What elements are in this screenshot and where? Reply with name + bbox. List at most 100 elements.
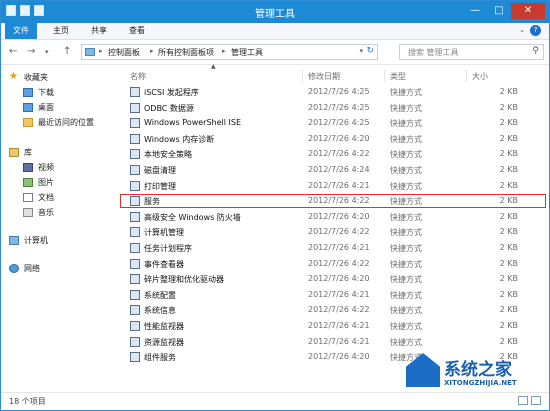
file-date: 2012/7/26 4:20 (308, 352, 370, 362)
file-date: 2012/7/26 4:22 (308, 227, 370, 237)
file-size: 2 KB (499, 165, 518, 174)
file-row[interactable]: 计算机管理 2012/7/26 4:22 快捷方式 2 KB (120, 225, 546, 239)
file-row[interactable]: 事件查看器 2012/7/26 4:22 快捷方式 2 KB (120, 257, 546, 271)
sidebar-item-downloads[interactable]: 下载 (23, 87, 54, 98)
breadcrumb-separator[interactable]: ▸ (150, 47, 154, 55)
watermark-url: XITONGZHIJIA.NET (444, 379, 517, 387)
shortcut-icon (130, 258, 140, 269)
watermark-brand: 系统之家 (444, 360, 512, 380)
file-row[interactable]: 系统配置 2012/7/26 4:21 快捷方式 2 KB (120, 288, 546, 302)
sidebar-item-label: 收藏夹 (24, 73, 48, 82)
file-type: 快捷方式 (390, 306, 422, 316)
tab-share[interactable]: 共享 (83, 23, 115, 39)
column-header-type[interactable]: 类型 (390, 71, 406, 82)
control-panel-icon (85, 48, 95, 56)
file-date: 2012/7/26 4:21 (308, 321, 370, 330)
search-box[interactable]: 搜索 管理工具 ⚲ (399, 44, 544, 60)
file-row[interactable]: 系统信息 2012/7/26 4:22 快捷方式 2 KB (120, 303, 546, 317)
file-row[interactable]: 服务 2012/7/26 4:22 快捷方式 2 KB (120, 194, 546, 209)
sidebar-item-documents[interactable]: 文档 (23, 192, 54, 203)
computer-icon (9, 236, 19, 245)
file-row[interactable]: 性能监视器 2012/7/26 4:21 快捷方式 2 KB (120, 319, 546, 333)
sidebar-item-music[interactable]: 音乐 (23, 207, 54, 218)
file-name: 任务计划程序 (144, 244, 192, 253)
breadcrumb-admin-tools[interactable]: 管理工具 (231, 47, 263, 58)
file-row[interactable]: 任务计划程序 2012/7/26 4:21 快捷方式 2 KB (120, 241, 546, 255)
shortcut-icon (130, 211, 140, 222)
file-row[interactable]: iSCSI 发起程序 2012/7/26 4:25 快捷方式 2 KB (120, 85, 546, 99)
file-row[interactable]: Windows 内存诊断 2012/7/26 4:20 快捷方式 2 KB (120, 132, 546, 146)
file-date: 2012/7/26 4:21 (308, 180, 370, 190)
file-name: 系统信息 (144, 306, 176, 316)
file-row[interactable]: 磁盘清理 2012/7/26 4:24 快捷方式 2 KB (120, 163, 546, 177)
address-dropdown-icon[interactable]: ▾ (359, 47, 363, 55)
sidebar-item-recent-places[interactable]: 最近访问的位置 (23, 117, 94, 128)
address-bar[interactable]: ▸ 控制面板 ▸ 所有控制面板项 ▸ 管理工具 ▾ ↻ (81, 44, 378, 60)
file-row[interactable]: 资源监视器 2012/7/26 4:21 快捷方式 2 KB (120, 335, 546, 349)
refresh-icon[interactable]: ↻ (366, 46, 374, 56)
file-row[interactable]: 打印管理 2012/7/26 4:21 快捷方式 2 KB (120, 179, 546, 193)
network-icon (9, 264, 19, 273)
file-type: 快捷方式 (390, 88, 422, 97)
file-name: 资源监视器 (144, 337, 184, 347)
sidebar-item-desktop[interactable]: 桌面 (23, 102, 54, 113)
column-divider[interactable] (466, 70, 467, 82)
sidebar-item-libraries[interactable]: 库 (9, 147, 32, 158)
column-header-date[interactable]: 修改日期 (308, 71, 340, 82)
ribbon-expand-icon[interactable]: ⌄ (519, 26, 525, 34)
sort-ascending-icon: ▲ (211, 63, 216, 70)
breadcrumb-separator[interactable]: ▸ (222, 47, 226, 55)
file-type: 快捷方式 (390, 337, 422, 347)
help-icon[interactable]: ? (530, 25, 541, 36)
sidebar-item-videos[interactable]: 视频 (23, 162, 54, 173)
column-header-name[interactable]: 名称 (130, 71, 146, 82)
column-divider[interactable] (302, 70, 303, 82)
file-name: 打印管理 (144, 181, 176, 191)
sidebar-item-favorites[interactable]: ★ 收藏夹 (9, 72, 48, 83)
file-date: 2012/7/26 4:22 (308, 258, 370, 268)
shortcut-icon (130, 87, 140, 97)
shortcut-icon (130, 118, 140, 129)
file-size: 2 KB (499, 289, 518, 299)
file-date: 2012/7/26 4:22 (308, 149, 370, 159)
tab-view[interactable]: 查看 (121, 23, 153, 39)
file-row[interactable]: 高级安全 Windows 防火墙 2012/7/26 4:20 快捷方式 2 KB (120, 210, 546, 224)
sidebar-item-label: 音乐 (38, 208, 54, 217)
file-date: 2012/7/26 4:20 (308, 133, 370, 143)
recent-locations-dropdown[interactable]: ▾ (45, 48, 49, 56)
file-row[interactable]: 碎片整理和优化驱动器 2012/7/26 4:20 快捷方式 2 KB (120, 272, 546, 286)
file-type: 快捷方式 (390, 150, 422, 160)
minimize-button[interactable]: — (463, 3, 487, 19)
tab-home[interactable]: 主页 (45, 23, 77, 39)
file-name: 本地安全策略 (144, 150, 192, 160)
file-row[interactable]: ODBC 数据源 2012/7/26 4:25 快捷方式 2 KB (120, 101, 546, 115)
file-type: 快捷方式 (390, 322, 422, 331)
column-header-size[interactable]: 大小 (472, 71, 488, 82)
breadcrumb-separator[interactable]: ▸ (99, 47, 103, 55)
search-icon[interactable]: ⚲ (532, 46, 539, 56)
back-button[interactable]: ← (9, 46, 17, 57)
sidebar-item-label: 库 (24, 148, 32, 157)
file-row[interactable]: 本地安全策略 2012/7/26 4:22 快捷方式 2 KB (120, 147, 546, 161)
breadcrumb-control-panel[interactable]: 控制面板 (108, 47, 140, 58)
sidebar-item-label: 最近访问的位置 (38, 118, 94, 127)
ribbon-tabs: 文件 主页 共享 查看 ⌄ ? (1, 23, 549, 40)
file-row[interactable]: Windows PowerShell ISE 2012/7/26 4:25 快捷方式… (120, 116, 546, 130)
tab-file[interactable]: 文件 (5, 23, 37, 39)
sidebar-item-network[interactable]: 网络 (9, 263, 40, 274)
sidebar-item-computer[interactable]: 计算机 (9, 235, 48, 246)
up-button[interactable]: ↑ (63, 46, 71, 57)
file-date: 2012/7/26 4:24 (308, 165, 370, 174)
breadcrumb-all-items[interactable]: 所有控制面板项 (158, 47, 214, 58)
maximize-button[interactable]: □ (487, 3, 511, 19)
close-button[interactable]: ✕ (511, 3, 545, 19)
file-type: 快捷方式 (390, 103, 422, 113)
column-divider[interactable] (384, 70, 385, 82)
file-type: 快捷方式 (390, 166, 422, 175)
file-date: 2012/7/26 4:25 (308, 87, 370, 96)
shortcut-icon (130, 227, 140, 238)
sidebar-item-pictures[interactable]: 图片 (23, 177, 54, 188)
file-name: 碎片整理和优化驱动器 (144, 275, 224, 285)
forward-button[interactable]: → (27, 46, 35, 57)
shortcut-icon (130, 289, 140, 300)
